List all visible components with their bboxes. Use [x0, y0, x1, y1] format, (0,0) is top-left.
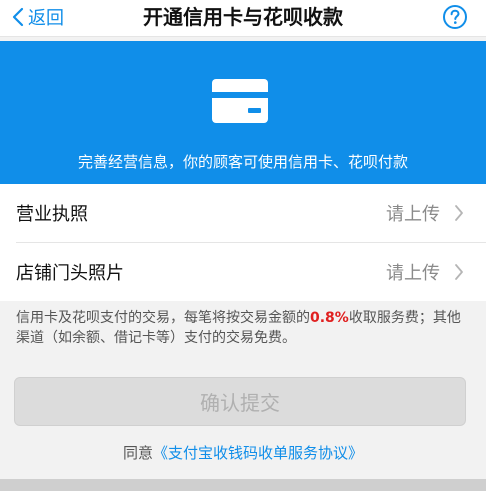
bottom-bar: [0, 479, 486, 491]
fee-notice: 信用卡及花呗支付的交易，每笔将按交易金额的0.8%收取服务费；其他渠道（如余额、…: [16, 308, 470, 348]
row-label: 营业执照: [16, 204, 88, 225]
banner-text: 完善经营信息，你的顾客可使用信用卡、花呗付款: [77, 153, 408, 171]
chevron-right-icon: [455, 264, 463, 280]
business-license-row[interactable]: 营业执照 请上传: [0, 184, 486, 242]
row-label: 店铺门头照片: [16, 263, 124, 284]
storefront-photo-row[interactable]: 店铺门头照片 请上传: [0, 243, 486, 301]
fee-rate: 0.8%: [310, 310, 349, 326]
row-value: 请上传: [386, 263, 440, 284]
row-value: 请上传: [386, 204, 440, 225]
upload-list: 营业执照 请上传 店铺门头照片 请上传: [0, 184, 486, 301]
page-title: 开通信用卡与花呗收款: [143, 5, 343, 29]
agreement-link[interactable]: 《支付宝收钱码收单服务协议》: [153, 444, 363, 462]
banner: 完善经营信息，你的顾客可使用信用卡、花呗付款: [0, 41, 486, 184]
help-button[interactable]: [442, 4, 468, 30]
question-circle-icon: [443, 5, 467, 29]
agreement: 同意《支付宝收钱码收单服务协议》: [0, 442, 486, 463]
nav-bar: 返回 开通信用卡与花呗收款: [0, 0, 486, 37]
credit-card-icon: [211, 78, 269, 124]
chevron-right-icon: [455, 205, 463, 221]
agreement-prefix: 同意: [122, 444, 153, 462]
submit-button[interactable]: 确认提交: [14, 377, 466, 426]
notice-text: 信用卡及花呗支付的交易，每笔将按交易金额的: [16, 310, 310, 326]
